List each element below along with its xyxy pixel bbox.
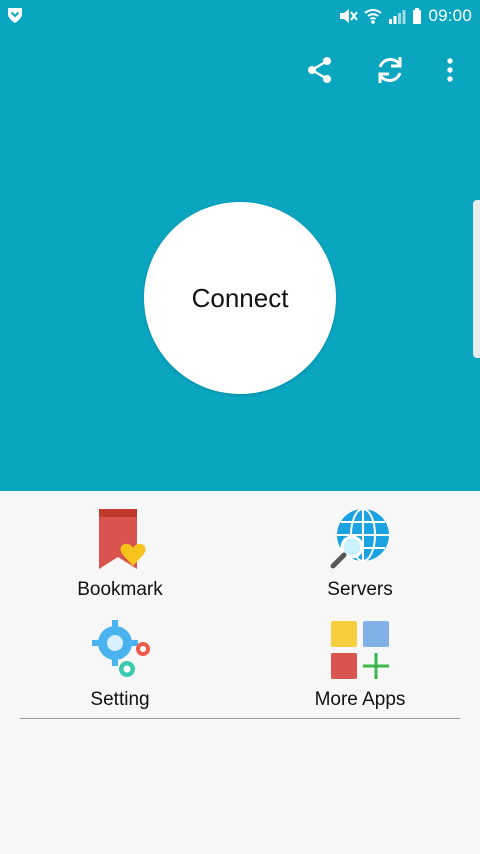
overflow-menu-icon <box>447 58 453 82</box>
bookmark-label: Bookmark <box>77 579 163 600</box>
gears-icon <box>92 620 150 677</box>
shield-icon <box>8 8 22 23</box>
apps-grid-icon <box>331 621 389 679</box>
more-apps-label: More Apps <box>314 689 406 710</box>
menu-grid: Bookmark Servers Setting More Apps <box>0 491 480 854</box>
share-button[interactable] <box>300 50 340 90</box>
more-apps-tile[interactable]: More Apps <box>260 601 460 711</box>
divider-line <box>20 718 460 719</box>
wifi-icon <box>364 9 383 24</box>
signal-icon <box>389 10 406 24</box>
refresh-button[interactable] <box>370 50 410 90</box>
battery-icon <box>413 8 422 24</box>
share-icon <box>308 57 331 83</box>
servers-label: Servers <box>327 579 393 600</box>
status-icons: 09:00 <box>338 0 472 32</box>
globe-search-icon <box>330 508 389 569</box>
bookmark-heart-icon <box>99 509 146 569</box>
bookmark-tile[interactable]: Bookmark <box>20 491 220 601</box>
servers-tile[interactable]: Servers <box>260 491 460 601</box>
status-time: 09:00 <box>428 6 472 25</box>
status-bar: 09:00 <box>0 0 480 32</box>
connect-button[interactable]: Connect <box>144 202 336 394</box>
edge-drawer-handle[interactable] <box>473 200 480 358</box>
setting-label: Setting <box>90 689 150 710</box>
mute-icon <box>340 9 359 23</box>
overflow-menu-button[interactable] <box>430 50 470 90</box>
refresh-icon <box>378 57 402 83</box>
setting-tile[interactable]: Setting <box>20 601 220 711</box>
connect-label: Connect <box>191 282 289 313</box>
